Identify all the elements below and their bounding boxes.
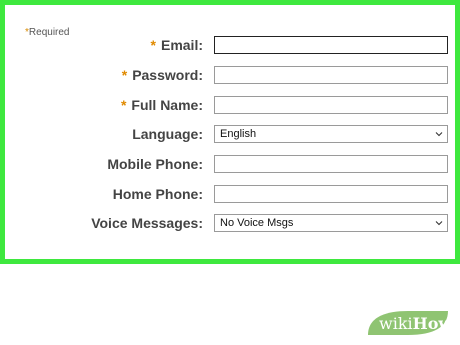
voice-messages-select-value: No Voice Msgs xyxy=(220,217,294,229)
wikihow-watermark: wikiHow xyxy=(362,309,452,337)
home-phone-field[interactable] xyxy=(214,185,448,203)
full-name-label: * Full Name: xyxy=(121,95,203,115)
email-label: * Email: xyxy=(151,35,203,55)
mobile-phone-field[interactable] xyxy=(214,155,448,173)
language-label: Language: xyxy=(132,126,203,142)
home-phone-label: Home Phone: xyxy=(112,186,203,202)
required-star: * xyxy=(150,37,156,53)
voice-messages-select[interactable]: No Voice Msgs xyxy=(214,214,448,232)
chevron-down-icon xyxy=(435,221,443,226)
email-row: * Email: xyxy=(0,35,460,55)
password-label: * Password: xyxy=(122,65,203,85)
required-star: * xyxy=(120,97,127,113)
watermark-wiki: wiki xyxy=(379,314,413,333)
voice-messages-label: Voice Messages: xyxy=(91,215,203,231)
mobile-phone-row: Mobile Phone: xyxy=(0,154,460,174)
language-select[interactable]: English xyxy=(214,125,448,143)
email-field[interactable] xyxy=(214,36,448,54)
chevron-down-icon xyxy=(435,132,443,137)
full-name-label-text: Full Name: xyxy=(131,97,203,113)
password-label-text: Password: xyxy=(132,67,203,83)
email-label-text: Email: xyxy=(160,37,203,53)
watermark-text: wikiHow xyxy=(379,314,452,333)
mobile-phone-label: Mobile Phone: xyxy=(107,156,203,172)
voice-messages-row: Voice Messages: No Voice Msgs xyxy=(0,213,460,233)
required-star: * xyxy=(121,67,128,83)
password-row: * Password: xyxy=(0,65,460,85)
language-row: Language: English xyxy=(0,124,460,144)
language-select-value: English xyxy=(220,128,257,140)
full-name-field[interactable] xyxy=(214,96,448,114)
watermark-how: How xyxy=(412,314,453,333)
password-field[interactable] xyxy=(214,66,448,84)
home-phone-row: Home Phone: xyxy=(0,184,460,204)
full-name-row: * Full Name: xyxy=(0,95,460,115)
